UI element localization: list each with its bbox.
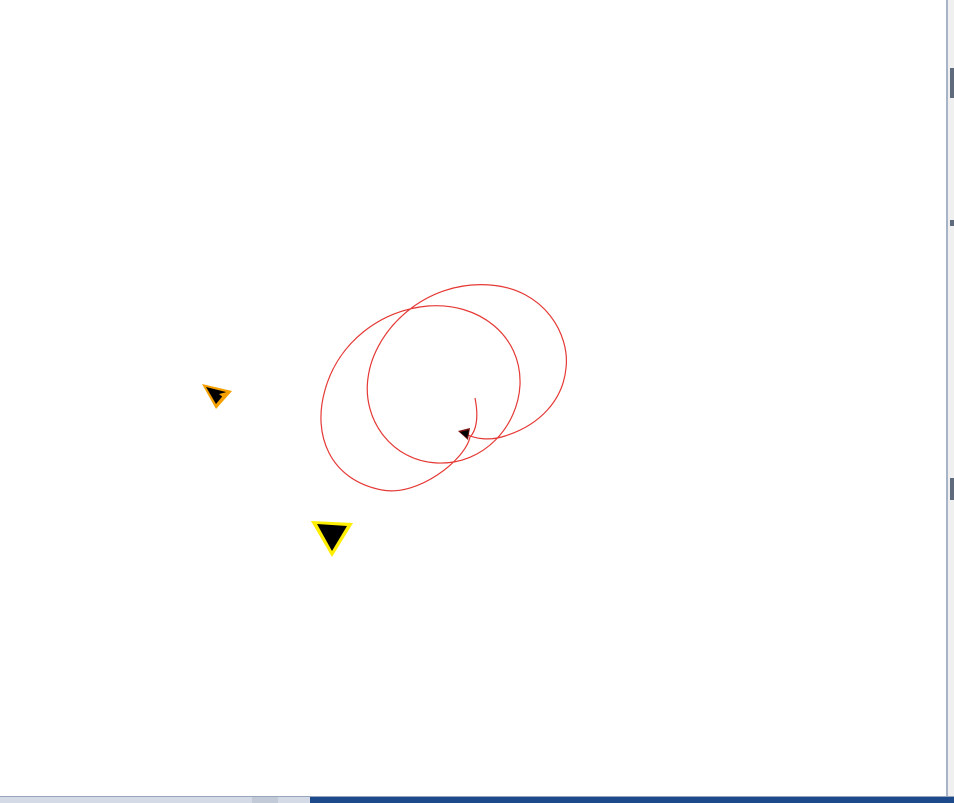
yellow-agent-marker[interactable] [311, 521, 353, 557]
panel-edge-mark [950, 478, 954, 500]
side-panel-edge [946, 0, 954, 797]
simulation-canvas[interactable] [0, 0, 946, 796]
taskbar-segment [252, 797, 278, 803]
app-window [0, 0, 954, 803]
panel-edge-mark [950, 68, 954, 98]
trajectory-trail [320, 284, 567, 492]
panel-edge-mark [950, 220, 954, 226]
tracked-agent-marker[interactable] [458, 428, 470, 440]
taskbar-active-region [310, 797, 954, 803]
orange-agent-marker[interactable] [202, 384, 232, 409]
taskbar-edge [0, 796, 954, 803]
